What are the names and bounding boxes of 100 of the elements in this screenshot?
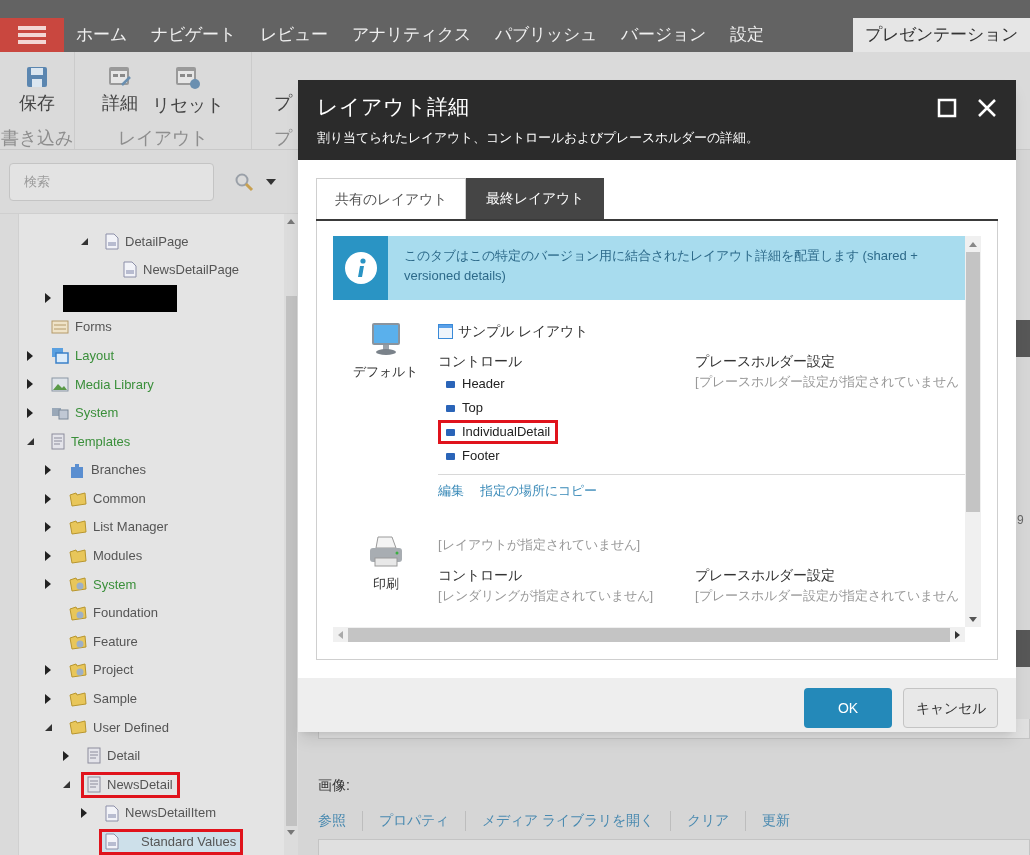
scrollbar[interactable] bbox=[965, 236, 981, 627]
column-heading: コントロール bbox=[438, 352, 523, 371]
ribbon-group-label: プ bbox=[274, 127, 292, 149]
scroll-up-icon[interactable] bbox=[969, 242, 977, 247]
collapse-arrow-icon[interactable] bbox=[63, 781, 70, 789]
tree-item[interactable]: NewsDetail bbox=[81, 771, 180, 798]
ribbon-group-label: 書き込み bbox=[1, 127, 73, 149]
rendering-icon bbox=[446, 452, 455, 460]
info-message: このタブはこの特定のバージョン用に結合されたレイアウト詳細を配置します (shared + versioned details) bbox=[388, 236, 965, 300]
menu-button[interactable] bbox=[0, 18, 64, 52]
tree-item[interactable]: Project bbox=[63, 657, 141, 684]
expand-arrow-icon[interactable] bbox=[45, 550, 51, 561]
layout-note: [レイアウトが指定されていません] bbox=[438, 535, 641, 554]
tree-item[interactable]: Feature bbox=[63, 628, 145, 655]
rendering-icon bbox=[446, 428, 455, 436]
dialog-subtitle: 割り当てられたレイアウト、コントロールおよびプレースホルダーの詳細。 bbox=[317, 129, 760, 147]
ok-button[interactable]: OK bbox=[804, 688, 892, 728]
cancel-button[interactable]: キャンセル bbox=[903, 688, 998, 728]
info-icon bbox=[343, 251, 378, 285]
rendering-item[interactable]: Top bbox=[438, 396, 491, 420]
tree-item[interactable]: System bbox=[45, 399, 126, 426]
document-icon bbox=[105, 833, 119, 851]
rendering-icon bbox=[446, 380, 455, 388]
collapse-arrow-icon[interactable] bbox=[45, 723, 52, 731]
nav-tab[interactable]: レビュー bbox=[248, 18, 340, 52]
tree-item[interactable]: NewsDetailItem bbox=[99, 800, 224, 827]
tab[interactable]: 共有のレイアウト bbox=[316, 178, 466, 219]
ribbon-group-label: レイアウト bbox=[118, 127, 208, 149]
column-heading: コントロール bbox=[438, 565, 523, 585]
nav-tab[interactable]: バージョン bbox=[609, 18, 718, 52]
expand-arrow-icon[interactable] bbox=[45, 693, 51, 704]
dialog-title: レイアウト詳細 bbox=[317, 94, 470, 120]
ribbon-button[interactable]: リセット bbox=[152, 66, 224, 127]
horizontal-scrollbar[interactable] bbox=[333, 627, 965, 642]
expand-arrow-icon[interactable] bbox=[27, 379, 33, 390]
folder-icon bbox=[69, 690, 87, 707]
ribbon-button[interactable]: 保存 bbox=[19, 66, 55, 127]
tree-item[interactable]: Templates bbox=[45, 428, 138, 455]
field-label: 画像: bbox=[318, 776, 351, 795]
nav-tab[interactable]: パブリッシュ bbox=[483, 18, 609, 52]
collapse-arrow-icon[interactable] bbox=[27, 437, 34, 445]
expand-arrow-icon[interactable] bbox=[81, 808, 87, 819]
tree-item[interactable]: User Defined bbox=[63, 714, 176, 741]
tree-item[interactable]: System bbox=[63, 571, 144, 598]
expand-arrow-icon[interactable] bbox=[63, 751, 69, 761]
tree-item[interactable]: Branches bbox=[63, 457, 153, 484]
dropdown-caret-icon[interactable] bbox=[266, 178, 276, 185]
nav-tab[interactable]: ナビゲート bbox=[139, 18, 248, 52]
rendering-item[interactable]: IndividualDetail bbox=[438, 420, 559, 444]
maximize-icon[interactable] bbox=[937, 98, 957, 118]
tree-item[interactable]: List Manager bbox=[63, 514, 176, 541]
nav-tab[interactable]: ホーム bbox=[64, 18, 139, 52]
tree-item[interactable]: Detail bbox=[81, 743, 148, 769]
scroll-down-icon[interactable] bbox=[287, 830, 295, 835]
expand-arrow-icon[interactable] bbox=[27, 350, 33, 361]
nav-tab[interactable]: アナリティクス bbox=[340, 18, 483, 52]
device-name: 印刷 bbox=[372, 574, 399, 593]
rendering-item[interactable]: Footer bbox=[438, 444, 508, 468]
text-field[interactable] bbox=[318, 839, 1030, 855]
device-name: デフォルト bbox=[353, 363, 418, 381]
tree-item[interactable]: Modules bbox=[63, 542, 150, 569]
tree-item[interactable]: Layout bbox=[45, 342, 122, 369]
nav-tab[interactable]: プレゼンテーション bbox=[853, 18, 1030, 52]
tree-item[interactable]: Standard Values bbox=[99, 828, 244, 855]
scroll-down-icon[interactable] bbox=[969, 617, 977, 622]
tree-item[interactable]: NewsDetailPage bbox=[117, 256, 247, 283]
expand-arrow-icon[interactable] bbox=[45, 665, 51, 676]
tree-item[interactable]: Foundation bbox=[63, 600, 166, 626]
nav-tab[interactable]: 設定 bbox=[718, 18, 776, 52]
folder-icon bbox=[69, 547, 87, 564]
panel-text: 9 bbox=[1017, 512, 1024, 529]
link[interactable]: 編集 bbox=[438, 481, 464, 501]
scroll-up-icon[interactable] bbox=[287, 219, 295, 224]
picture-icon bbox=[51, 376, 69, 392]
folder-icon bbox=[69, 519, 87, 536]
window-edit-icon bbox=[108, 66, 132, 88]
tree-item[interactable]: Common bbox=[63, 485, 153, 512]
tree-item[interactable]: Sample bbox=[63, 685, 145, 712]
link[interactable]: 指定の場所にコピー bbox=[480, 481, 597, 501]
tab[interactable]: 最終レイアウト bbox=[466, 178, 604, 219]
expand-arrow-icon[interactable] bbox=[45, 579, 51, 590]
expand-arrow-icon[interactable] bbox=[45, 293, 51, 304]
ribbon-button[interactable]: プ bbox=[274, 66, 292, 127]
menu-icon bbox=[18, 25, 46, 45]
document-icon bbox=[105, 232, 119, 250]
rendering-item[interactable]: Header bbox=[438, 372, 513, 396]
column-heading: プレースホルダー設定 bbox=[695, 352, 836, 371]
expand-arrow-icon[interactable] bbox=[27, 407, 33, 418]
document-icon bbox=[123, 261, 137, 279]
close-icon[interactable] bbox=[977, 98, 997, 118]
column-heading: プレースホルダー設定 bbox=[695, 565, 836, 585]
tree-item[interactable]: Forms bbox=[45, 314, 119, 341]
expand-arrow-icon[interactable] bbox=[45, 465, 51, 476]
tree-item[interactable]: Media Library bbox=[45, 371, 161, 398]
collapse-arrow-icon[interactable] bbox=[81, 237, 88, 245]
ribbon-button[interactable]: 詳細 bbox=[102, 66, 138, 127]
expand-arrow-icon[interactable] bbox=[45, 522, 51, 533]
expand-arrow-icon[interactable] bbox=[45, 493, 51, 504]
scroll-right-icon[interactable] bbox=[955, 630, 960, 639]
tree-item[interactable]: DetailPage bbox=[99, 228, 196, 255]
